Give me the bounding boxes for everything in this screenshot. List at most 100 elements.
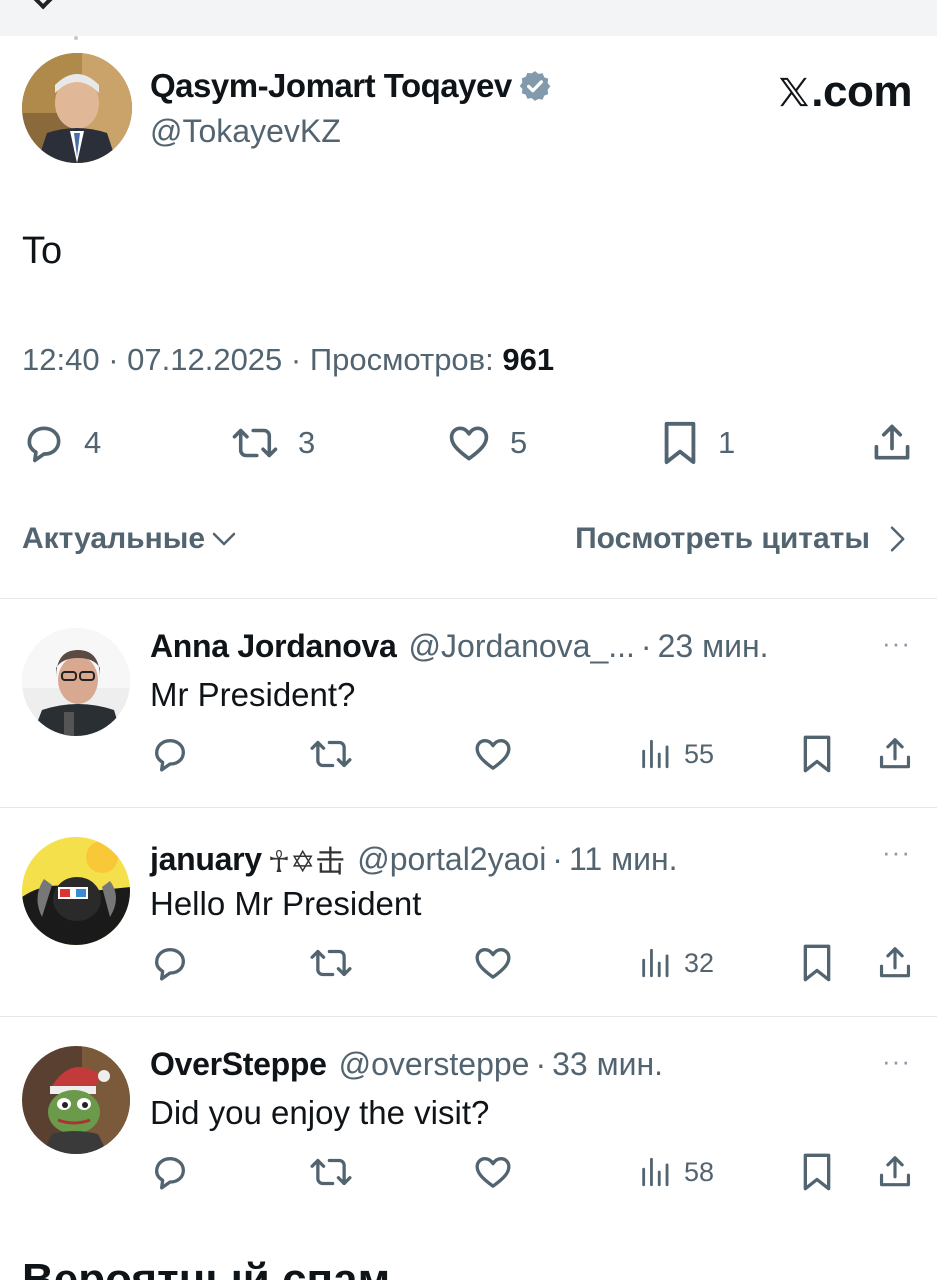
- reply-author-handle[interactable]: @Jordanova_...: [409, 628, 635, 665]
- reply-text: Mr President?: [150, 676, 356, 713]
- name-emoji: ☥✡击: [267, 846, 346, 879]
- views-icon: [642, 948, 669, 978]
- bookmark-icon: [664, 421, 696, 465]
- reply-avatar[interactable]: [22, 1046, 130, 1154]
- scroll-dot: [74, 36, 78, 40]
- more-icon[interactable]: ···: [882, 1046, 911, 1077]
- header-separator: ·: [552, 840, 563, 877]
- reply-author-name[interactable]: january: [150, 841, 262, 878]
- bookmark-count: 1: [718, 425, 736, 460]
- bookmark-button[interactable]: [800, 1152, 834, 1192]
- reply-text: Did you enjoy the visit?: [150, 1094, 490, 1131]
- repost-count: 3: [298, 425, 316, 460]
- spam-section-title[interactable]: Вероятный спам: [22, 1255, 390, 1280]
- views-icon: [642, 739, 669, 769]
- views-button[interactable]: 55: [638, 734, 714, 774]
- tweet-time[interactable]: 12:40: [22, 342, 100, 377]
- author-name[interactable]: Qasym-Jomart Toqayev: [150, 67, 552, 105]
- back-chevron-icon[interactable]: [27, 0, 55, 10]
- share-button[interactable]: [876, 1152, 914, 1192]
- reply-avatar[interactable]: [22, 628, 130, 736]
- reply-item[interactable]: january ☥✡击 @portal2yaoi · 11 мин. ··· H…: [0, 809, 937, 1017]
- views-label: Просмотров:: [309, 342, 494, 377]
- bookmark-icon: [803, 944, 831, 982]
- reply-button[interactable]: 4: [22, 418, 101, 468]
- share-button[interactable]: [870, 418, 914, 468]
- top-bar: [0, 0, 937, 36]
- share-icon: [879, 947, 911, 978]
- reply-button[interactable]: [150, 943, 190, 983]
- share-button[interactable]: [876, 734, 914, 774]
- views-button[interactable]: 32: [638, 943, 714, 983]
- views-count: 58: [684, 1156, 715, 1187]
- header-separator: ·: [535, 1046, 547, 1082]
- repost-button[interactable]: 3: [230, 418, 315, 468]
- views-button[interactable]: 58: [638, 1152, 714, 1192]
- share-icon: [879, 738, 911, 769]
- repost-button[interactable]: [308, 734, 354, 774]
- views-count[interactable]: 961: [502, 342, 554, 377]
- reply-author-name[interactable]: OverSteppe: [150, 1046, 327, 1083]
- site-label: .com: [811, 67, 912, 116]
- reply-text: Hello Mr President: [150, 885, 422, 922]
- like-button[interactable]: [473, 734, 513, 774]
- reply-author-handle[interactable]: @portal2yaoi: [357, 841, 546, 878]
- reply-author-name[interactable]: Anna Jordanova: [150, 628, 397, 665]
- author-avatar[interactable]: [22, 53, 132, 163]
- meta-separator: ·: [108, 342, 128, 377]
- more-icon[interactable]: ···: [882, 837, 911, 868]
- like-button[interactable]: 5: [446, 418, 527, 468]
- repost-icon: [310, 1158, 352, 1186]
- share-icon: [879, 1156, 911, 1187]
- bookmark-button[interactable]: [800, 943, 834, 983]
- views-icon: [642, 1157, 669, 1187]
- reply-time[interactable]: 33 мин.: [552, 1046, 663, 1083]
- reply-time[interactable]: 23 мин.: [658, 628, 769, 665]
- tweet-author-header: Qasym-Jomart Toqayev @TokayevKZ .com: [22, 53, 912, 165]
- share-button[interactable]: [876, 943, 914, 983]
- views-count: 32: [684, 947, 715, 978]
- reply-icon: [27, 426, 61, 463]
- bookmark-icon: [803, 1153, 831, 1191]
- reply-author-handle[interactable]: @oversteppe: [339, 1046, 530, 1083]
- share-icon: [874, 424, 910, 460]
- view-quotes-link[interactable]: Посмотреть цитаты: [575, 522, 912, 556]
- reply-icon: [155, 948, 185, 981]
- reply-button[interactable]: [150, 734, 190, 774]
- reply-action-bar: 32: [150, 943, 920, 983]
- like-icon: [475, 948, 511, 979]
- author-name-text: Qasym-Jomart Toqayev: [150, 67, 512, 104]
- reply-action-bar: 58: [150, 1152, 920, 1192]
- bookmark-button[interactable]: [800, 734, 834, 774]
- reply-icon: [155, 1157, 185, 1190]
- repost-button[interactable]: [308, 943, 354, 983]
- like-icon: [475, 739, 511, 770]
- view-quotes-label: Посмотреть цитаты: [575, 522, 870, 555]
- reply-header: Anna Jordanova @Jordanova_... · 23 мин.: [150, 628, 769, 665]
- repost-icon: [310, 740, 352, 768]
- sort-label: Актуальные: [22, 522, 206, 555]
- reply-button[interactable]: [150, 1152, 190, 1192]
- tweet-date[interactable]: 07.12.2025: [127, 342, 282, 377]
- author-handle[interactable]: @TokayevKZ: [150, 113, 341, 150]
- header-separator: ·: [640, 628, 652, 664]
- replies-filter-bar: Актуальные Посмотреть цитаты: [22, 522, 912, 562]
- reply-avatar[interactable]: [22, 837, 130, 945]
- sort-dropdown[interactable]: Актуальные: [22, 522, 239, 556]
- more-icon[interactable]: ···: [882, 628, 911, 659]
- reply-action-bar: 55: [150, 734, 920, 774]
- tweet-meta: 12:40 · 07.12.2025 · Просмотров: 961: [22, 342, 554, 378]
- bookmark-icon: [803, 735, 831, 773]
- x-logo-icon: [780, 77, 809, 107]
- like-icon: [475, 1157, 511, 1188]
- repost-button[interactable]: [308, 1152, 354, 1192]
- bookmark-button[interactable]: 1: [660, 418, 735, 468]
- like-button[interactable]: [473, 1152, 513, 1192]
- reply-item[interactable]: Anna Jordanova @Jordanova_... · 23 мин. …: [0, 600, 937, 808]
- tweet-action-bar: 4 3 5 1: [20, 418, 917, 468]
- reply-item[interactable]: OverSteppe @oversteppe · 33 мин. ··· Did…: [0, 1018, 937, 1226]
- like-button[interactable]: [473, 943, 513, 983]
- reply-header: january ☥✡击 @portal2yaoi · 11 мин.: [150, 837, 678, 881]
- like-count: 5: [510, 425, 528, 460]
- reply-time[interactable]: 11 мин.: [569, 841, 678, 878]
